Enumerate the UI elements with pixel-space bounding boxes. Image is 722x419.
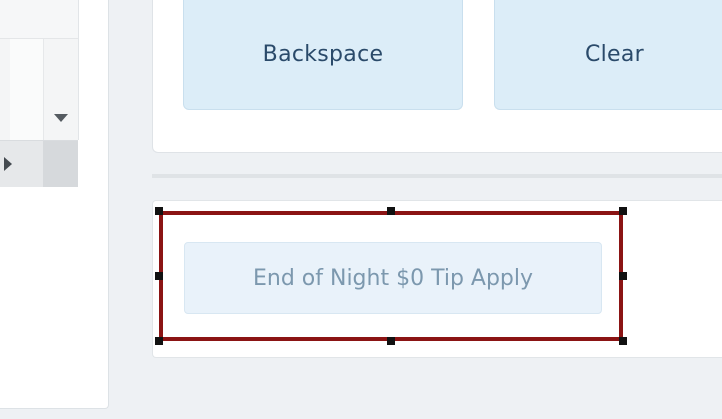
grid-header-row (0, 0, 78, 39)
resize-handle-top-right[interactable] (619, 207, 627, 215)
resize-handle-bottom-center[interactable] (387, 337, 395, 345)
resize-handle-middle-left[interactable] (155, 272, 163, 280)
caret-right-icon (4, 157, 12, 171)
section-divider (152, 174, 722, 178)
clear-button[interactable]: Clear (494, 0, 722, 110)
resize-handle-bottom-right[interactable] (619, 337, 627, 345)
grid-cell (10, 39, 44, 140)
resize-handle-bottom-left[interactable] (155, 337, 163, 345)
horizontal-scrollbar[interactable] (0, 140, 78, 187)
resize-handle-top-left[interactable] (155, 207, 163, 215)
scroll-right-button[interactable] (4, 156, 12, 175)
selection-outline (159, 211, 623, 341)
grid-fragment (0, 0, 79, 140)
keypad-panel: Backspace Clear (152, 0, 722, 153)
left-panel (0, 0, 109, 409)
dropdown-button[interactable] (43, 98, 78, 138)
scrollbar-thumb[interactable] (43, 141, 78, 187)
backspace-button[interactable]: Backspace (183, 0, 463, 110)
resize-handle-top-center[interactable] (387, 207, 395, 215)
resize-handle-middle-right[interactable] (619, 272, 627, 280)
caret-down-icon (53, 114, 68, 122)
